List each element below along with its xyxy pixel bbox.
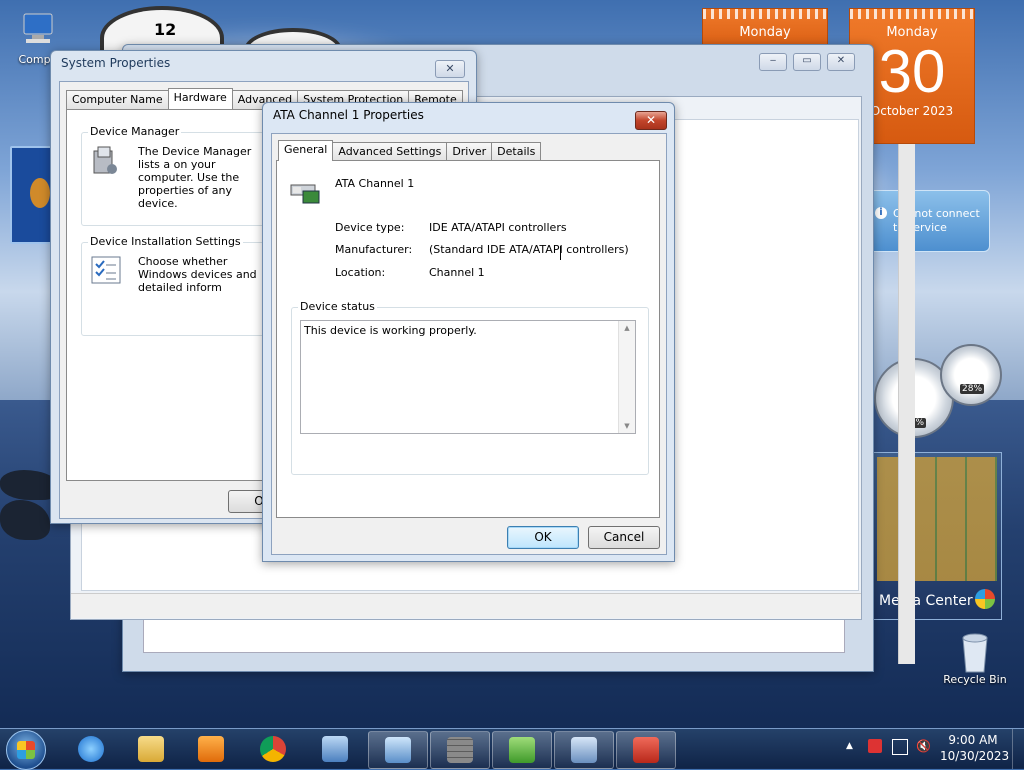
text-cursor-icon — [560, 246, 564, 260]
status-bar — [71, 593, 861, 618]
recycle-bin-icon — [955, 630, 995, 673]
weather-gadget[interactable]: i Cannot connect to service — [868, 190, 990, 252]
volume-muted-icon[interactable]: 🔇 — [916, 739, 931, 753]
maximize-button[interactable]: ▭ — [793, 53, 821, 71]
tab-computer-name[interactable]: Computer Name — [66, 90, 169, 109]
device-name: ATA Channel 1 — [335, 177, 415, 190]
monitor-icon — [322, 736, 348, 762]
checklist-icon — [90, 255, 122, 285]
general-tab-panel: ATA Channel 1 Device type: IDE ATA/ATAPI… — [276, 160, 660, 518]
computer-system-icon — [571, 737, 597, 763]
taskbar-toolbox[interactable] — [616, 731, 676, 769]
cancel-button[interactable]: Cancel — [588, 526, 660, 549]
device-installation-text: Choose whether Windows devices and detai… — [138, 255, 257, 294]
clock-twelve: 12 — [154, 20, 177, 39]
location-value: Channel 1 — [429, 266, 485, 279]
show-hidden-icons-chevron-icon[interactable]: ▲ — [846, 741, 853, 751]
internet-explorer-icon — [78, 736, 104, 762]
dialog-title: ATA Channel 1 Properties — [273, 108, 424, 122]
ide-controller-icon — [289, 177, 323, 207]
control-panel-icon — [385, 737, 411, 763]
device-type-label: Device type: — [335, 221, 405, 234]
device-manager-icon — [90, 145, 120, 177]
ata-channel-properties-dialog[interactable]: ATA Channel 1 Properties ✕ General Advan… — [262, 102, 675, 562]
cpu-meter-gadget[interactable]: 02% 28% — [874, 344, 1002, 438]
device-manager-text: The Device Manager lists a on your compu… — [138, 145, 252, 210]
taskbar-action-center[interactable] — [492, 731, 552, 769]
toolbox-icon — [633, 737, 659, 763]
taskbar: ▲ 🔇 9:00 AM 10/30/2023 — [0, 728, 1024, 770]
device-status-textbox[interactable]: This device is working properly. ▲ ▼ — [300, 320, 636, 434]
ok-button[interactable]: OK — [507, 526, 579, 549]
action-center-flag-icon[interactable] — [868, 739, 882, 753]
manufacturer-value: (Standard IDE ATA/ATAPI controllers) — [429, 243, 629, 256]
show-desktop-button[interactable] — [1012, 729, 1024, 769]
start-button[interactable] — [6, 730, 46, 770]
system-properties-title: System Properties — [61, 56, 171, 70]
dialog-close-button[interactable]: ✕ — [635, 111, 667, 130]
tab-driver[interactable]: Driver — [446, 142, 493, 161]
system-properties-close-button[interactable]: ✕ — [435, 60, 465, 78]
device-status-group: Device status This device is working pro… — [291, 300, 649, 475]
calendar-small-day: Monday — [739, 25, 791, 40]
taskbar-internet-explorer[interactable] — [62, 731, 120, 767]
clock-date[interactable]: 10/30/2023 — [940, 749, 1009, 763]
computer-icon — [18, 10, 58, 50]
device-installation-heading: Device Installation Settings — [88, 235, 243, 248]
recycle-bin-label: Recycle Bin — [943, 673, 1007, 686]
scrollbar-right[interactable] — [898, 144, 915, 664]
device-manager-heading: Device Manager — [88, 125, 182, 138]
tab-general[interactable]: General — [278, 140, 334, 161]
tab-advanced-settings[interactable]: Advanced Settings — [332, 142, 448, 161]
media-center-gadget[interactable]: Media Center — [872, 452, 1002, 620]
sidebar-gadget-tile[interactable] — [10, 146, 54, 244]
recycle-bin-desktop-icon[interactable]: Recycle Bin — [942, 630, 1008, 686]
windows-logo-icon — [975, 589, 995, 609]
device-status-heading: Device status — [298, 300, 377, 313]
tab-details[interactable]: Details — [491, 142, 542, 161]
clock-time[interactable]: 9:00 AM — [948, 733, 998, 747]
scroll-up-arrow-icon[interactable]: ▲ — [619, 321, 635, 335]
status-scrollbar[interactable]: ▲ ▼ — [618, 321, 635, 433]
taskbar-chrome[interactable] — [244, 731, 302, 767]
firewall-icon — [447, 737, 473, 763]
close-button-bg[interactable]: ✕ — [827, 53, 855, 71]
taskbar-firewall[interactable] — [430, 731, 490, 769]
taskbar-file-explorer[interactable] — [122, 731, 180, 767]
taskbar-remote-desktop[interactable] — [306, 731, 364, 767]
info-icon: i — [875, 207, 887, 219]
location-label: Location: — [335, 266, 386, 279]
taskbar-system[interactable] — [554, 731, 614, 769]
device-type-value: IDE ATA/ATAPI controllers — [429, 221, 567, 234]
minimize-button[interactable]: ‒ — [759, 53, 787, 71]
chrome-icon — [260, 736, 286, 762]
device-status-text: This device is working properly. — [304, 324, 477, 337]
manufacturer-label: Manufacturer: — [335, 243, 413, 256]
flag-check-icon — [509, 737, 535, 763]
windows-start-icon — [17, 741, 35, 759]
media-center-label: Media Center — [879, 593, 973, 609]
network-icon[interactable] — [892, 739, 908, 755]
taskbar-control-panel[interactable] — [368, 731, 428, 769]
memory-usage: 28% — [960, 384, 985, 394]
scroll-down-arrow-icon[interactable]: ▼ — [619, 419, 635, 433]
media-player-icon — [198, 736, 224, 762]
taskbar-media-player[interactable] — [182, 731, 240, 767]
folder-icon — [138, 736, 164, 762]
tab-hardware[interactable]: Hardware — [167, 88, 233, 109]
